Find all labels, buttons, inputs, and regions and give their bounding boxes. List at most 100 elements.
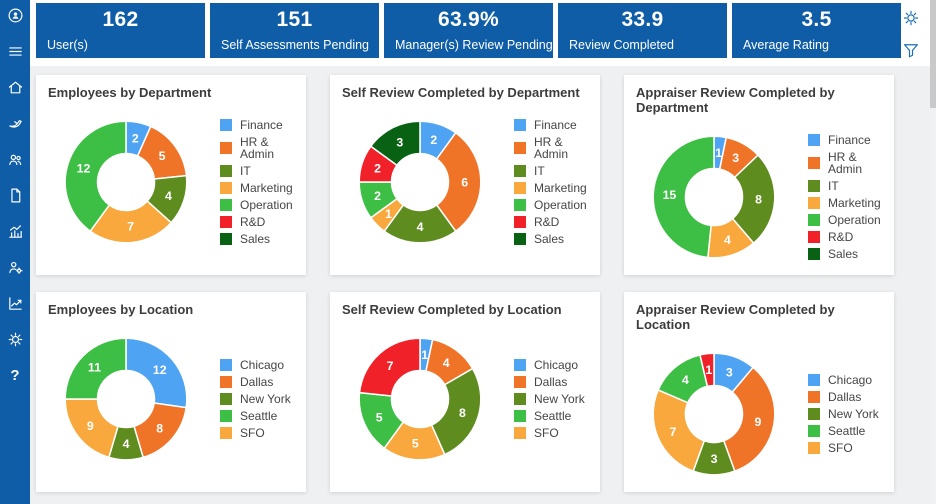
slice-value-label: 2 xyxy=(132,132,139,146)
legend-item-finance[interactable]: Finance xyxy=(514,119,588,131)
legend-item-operation[interactable]: Operation xyxy=(808,214,882,226)
legend-label: Seattle xyxy=(828,424,866,438)
legend-item-sfo[interactable]: SFO xyxy=(514,427,585,439)
kpi-value: 151 xyxy=(276,8,313,31)
legend-label: Finance xyxy=(828,133,871,147)
legend-label: Dallas xyxy=(240,375,274,389)
slice-value-label: 1 xyxy=(421,348,428,362)
legend-item-finance[interactable]: Finance xyxy=(220,119,294,131)
legend-item-it[interactable]: IT xyxy=(220,165,294,177)
bar-chart-icon[interactable] xyxy=(6,222,25,241)
slice-value-label: 2 xyxy=(374,162,381,176)
legend-swatch xyxy=(808,408,820,420)
legend-item-new-york[interactable]: New York xyxy=(808,408,879,420)
legend-swatch xyxy=(514,165,526,177)
legend-swatch xyxy=(514,376,526,388)
legend-item-new-york[interactable]: New York xyxy=(514,393,585,405)
slice-value-label: 2 xyxy=(374,189,381,203)
legend-item-sales[interactable]: Sales xyxy=(220,233,294,245)
team-icon[interactable] xyxy=(6,150,25,169)
scrollbar-thumb[interactable] xyxy=(930,0,936,108)
legend-swatch xyxy=(808,425,820,437)
kpi-card-average-rating: 3.5 Average Rating xyxy=(732,3,901,58)
legend-swatch xyxy=(808,134,820,146)
slice-value-label: 5 xyxy=(412,437,419,451)
line-chart-icon[interactable] xyxy=(6,294,25,313)
slice-value-label: 1 xyxy=(705,363,712,377)
kpi-value: 3.5 xyxy=(801,8,832,31)
settings-icon[interactable] xyxy=(6,330,25,349)
chart-card-employees-by-location: Employees by Location 12 8 4 9 11 Chicago Dal… xyxy=(36,292,306,492)
legend-item-dallas[interactable]: Dallas xyxy=(514,376,585,388)
legend-label: Chicago xyxy=(534,358,579,372)
legend-item-operation[interactable]: Operation xyxy=(514,199,588,211)
slice-value-label: 12 xyxy=(77,162,91,176)
user-settings-icon[interactable] xyxy=(6,258,25,277)
legend-swatch xyxy=(220,359,232,371)
legend-label: Seattle xyxy=(240,409,278,423)
legend-item-marketing[interactable]: Marketing xyxy=(808,197,882,209)
chart-title: Self Review Completed by Location xyxy=(342,302,562,317)
legend-item-finance[interactable]: Finance xyxy=(808,134,882,146)
slice-value-label: 3 xyxy=(711,452,718,466)
legend-item-seattle[interactable]: Seattle xyxy=(514,410,585,422)
legend-item-it[interactable]: IT xyxy=(808,180,882,192)
legend-swatch xyxy=(808,214,820,226)
legend-item-operation[interactable]: Operation xyxy=(220,199,294,211)
legend-label: HR & Admin xyxy=(534,135,569,161)
legend-item-seattle[interactable]: Seattle xyxy=(220,410,291,422)
legend-swatch xyxy=(514,182,526,194)
slice-value-label: 4 xyxy=(443,356,450,370)
filter-icon[interactable] xyxy=(902,41,920,64)
legend-item-hr-admin[interactable]: HR & Admin xyxy=(808,151,882,175)
donut-chart: 1 3 8 4 15 xyxy=(652,135,776,259)
legend-item-r-d[interactable]: R&D xyxy=(220,216,294,228)
dove-icon[interactable] xyxy=(6,114,25,133)
home-icon[interactable] xyxy=(6,78,25,97)
donut-chart: 12 8 4 9 11 xyxy=(64,337,188,461)
legend-item-marketing[interactable]: Marketing xyxy=(220,182,294,194)
legend-item-sales[interactable]: Sales xyxy=(808,248,882,260)
legend-item-chicago[interactable]: Chicago xyxy=(808,374,879,386)
help-icon[interactable]: ? xyxy=(6,366,25,385)
legend-label: SFO xyxy=(828,441,853,455)
slice-value-label: 8 xyxy=(156,422,163,436)
settings-icon[interactable] xyxy=(902,9,920,32)
kpi-card-self-assessments-pending: 151 Self Assessments Pending xyxy=(210,3,379,58)
document-icon[interactable] xyxy=(6,186,25,205)
legend-swatch xyxy=(220,393,232,405)
legend-label: HR & Admin xyxy=(828,150,863,176)
legend-item-sfo[interactable]: SFO xyxy=(808,442,879,454)
legend-item-r-d[interactable]: R&D xyxy=(808,231,882,243)
chart-legend: Chicago Dallas New York Seattle SFO xyxy=(514,359,585,439)
legend-item-it[interactable]: IT xyxy=(514,165,588,177)
legend-swatch xyxy=(808,374,820,386)
legend-item-r-d[interactable]: R&D xyxy=(514,216,588,228)
legend-item-new-york[interactable]: New York xyxy=(220,393,291,405)
slice-value-label: 4 xyxy=(682,373,689,387)
slice-value-label: 4 xyxy=(724,233,731,247)
vertical-scrollbar[interactable] xyxy=(930,0,936,504)
legend-item-chicago[interactable]: Chicago xyxy=(514,359,585,371)
legend-item-dallas[interactable]: Dallas xyxy=(808,391,879,403)
chart-title: Self Review Completed by Department xyxy=(342,85,580,100)
legend-item-chicago[interactable]: Chicago xyxy=(220,359,291,371)
legend-label: R&D xyxy=(534,215,560,229)
legend-item-sfo[interactable]: SFO xyxy=(220,427,291,439)
slice-value-label: 7 xyxy=(670,425,677,439)
legend-label: Dallas xyxy=(534,375,568,389)
legend-label: Operation xyxy=(240,198,293,212)
legend-label: IT xyxy=(534,164,545,178)
legend-label: Sales xyxy=(240,232,271,246)
legend-item-sales[interactable]: Sales xyxy=(514,233,588,245)
legend-item-hr-admin[interactable]: HR & Admin xyxy=(514,136,588,160)
sidebar: ? xyxy=(0,0,30,504)
legend-item-hr-admin[interactable]: HR & Admin xyxy=(220,136,294,160)
legend-item-dallas[interactable]: Dallas xyxy=(220,376,291,388)
legend-item-marketing[interactable]: Marketing xyxy=(514,182,588,194)
slice-value-label: 2 xyxy=(430,133,437,147)
kpi-value: 162 xyxy=(102,8,139,31)
donut-slice-SFO[interactable] xyxy=(652,388,706,473)
legend-item-seattle[interactable]: Seattle xyxy=(808,425,879,437)
menu-icon[interactable] xyxy=(6,42,25,61)
